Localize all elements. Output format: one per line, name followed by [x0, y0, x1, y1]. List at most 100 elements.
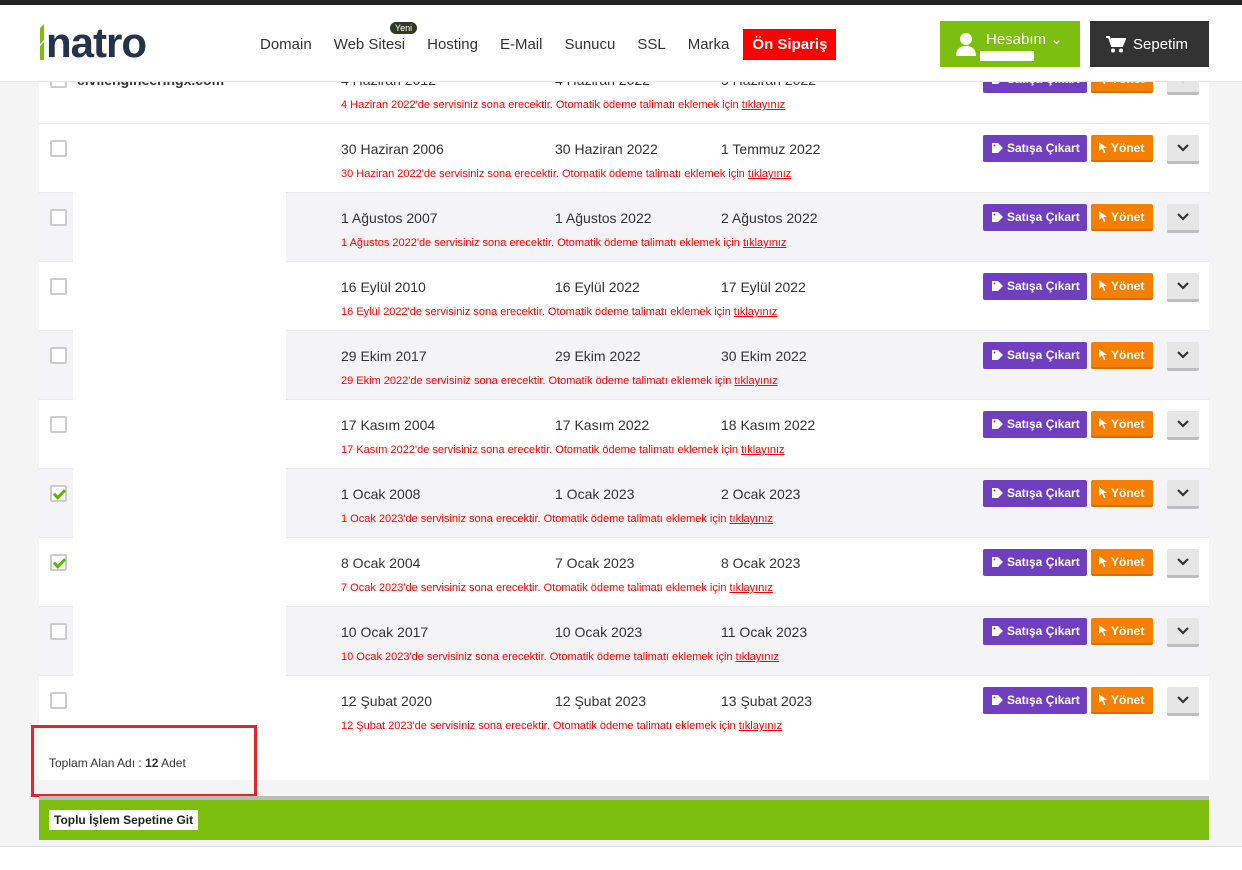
renewal-date: 11 Ocak 2023	[721, 624, 808, 640]
auto-pay-link[interactable]: tıklayınız	[734, 375, 777, 387]
expiry-notice: 1 Ocak 2023'de servisiniz sona erecektir…	[341, 513, 773, 525]
redacted-domain-name	[73, 262, 286, 331]
renewal-date: 13 Şubat 2023	[721, 693, 813, 709]
account-button[interactable]: Hesabım ⌄	[940, 21, 1080, 67]
cart-button[interactable]: Sepetim	[1090, 21, 1209, 67]
expiry-notice: 10 Ocak 2023'de servisiniz sona erecekti…	[341, 651, 780, 663]
bulk-cart-button[interactable]: Toplu İşlem Sepetine Git	[49, 810, 199, 830]
expand-button[interactable]	[1167, 342, 1199, 371]
auto-pay-link[interactable]: tıklayınız	[748, 168, 791, 180]
chevron-down-icon	[1177, 213, 1189, 221]
redacted-domain-name	[73, 607, 286, 676]
sell-button[interactable]: Satışa Çıkart	[983, 273, 1087, 300]
registration-date: 1 Ocak 2008	[341, 486, 421, 502]
registration-date: 10 Ocak 2017	[341, 624, 429, 640]
expiry-notice: 7 Ocak 2023'de servisiniz sona erecektir…	[341, 582, 773, 594]
auto-pay-link[interactable]: tıklayınız	[743, 237, 786, 249]
tag-icon	[992, 274, 1005, 291]
manage-button[interactable]: Yönet	[1091, 687, 1153, 714]
expiry-date: 29 Ekim 2022	[555, 348, 641, 364]
expand-button[interactable]	[1167, 687, 1199, 716]
expand-button[interactable]	[1167, 273, 1199, 302]
nav-item[interactable]: E-Mail	[500, 36, 543, 53]
expand-button[interactable]	[1167, 135, 1199, 164]
registration-date: 8 Ocak 2004	[341, 555, 421, 571]
nav-item[interactable]: Domain	[260, 36, 312, 53]
renewal-date: 2 Ocak 2023	[721, 486, 801, 502]
sell-button[interactable]: Satışa Çıkart	[983, 135, 1087, 162]
tag-icon	[992, 481, 1005, 498]
expiry-date: 16 Eylül 2022	[555, 279, 640, 295]
manage-button[interactable]: Yönet	[1091, 342, 1153, 369]
manage-button[interactable]: Yönet	[1091, 549, 1153, 576]
cart-label: Sepetim	[1133, 36, 1189, 53]
sell-button[interactable]: Satışa Çıkart	[983, 687, 1087, 714]
redacted-domain-name	[73, 469, 286, 538]
expand-button[interactable]	[1167, 411, 1199, 440]
table-row: 16 Eylül 2010 16 Eylül 2022 17 Eylül 2022 1…	[39, 262, 1209, 331]
manage-button[interactable]: Yönet	[1091, 273, 1153, 300]
auto-pay-link[interactable]: tıklayınız	[730, 582, 773, 594]
auto-pay-link[interactable]: tıklayınız	[730, 513, 773, 525]
auto-pay-link[interactable]: tıklayınız	[736, 651, 779, 663]
tag-icon	[992, 412, 1005, 429]
table-row: 17 Kasım 2004 17 Kasım 2022 18 Kasım 2022 1…	[39, 400, 1209, 469]
row-checkbox[interactable]	[50, 140, 67, 157]
tag-icon	[992, 688, 1005, 705]
nav-item[interactable]: Hosting	[427, 36, 478, 53]
row-checkbox[interactable]	[50, 623, 67, 640]
natro-logo[interactable]: natro	[38, 19, 210, 66]
auto-pay-link[interactable]: tıklayınız	[739, 720, 782, 732]
expiry-notice: 17 Kasım 2022'de servisiniz sona erecekt…	[341, 444, 785, 456]
sell-button[interactable]: Satışa Çıkart	[983, 342, 1087, 369]
expand-button[interactable]	[1167, 549, 1199, 578]
preorder-button[interactable]: Ön Sipariş	[743, 28, 837, 60]
manage-button[interactable]: Yönet	[1091, 480, 1153, 507]
cursor-icon	[1099, 619, 1108, 636]
manage-button[interactable]: Yönet	[1091, 135, 1153, 162]
nav-item[interactable]: Sunucu	[564, 36, 615, 53]
sell-button[interactable]: Satışa Çıkart	[983, 411, 1087, 438]
row-checkbox[interactable]	[50, 692, 67, 709]
auto-pay-link[interactable]: tıklayınız	[741, 444, 784, 456]
sell-button[interactable]: Satışa Çıkart	[983, 204, 1087, 231]
tag-icon	[992, 343, 1005, 360]
row-checkbox[interactable]	[50, 485, 67, 502]
chevron-down-icon	[1177, 144, 1189, 152]
manage-button[interactable]: Yönet	[1091, 618, 1153, 645]
auto-pay-link[interactable]: tıklayınız	[742, 99, 785, 111]
domain-table: civilengineeringx.com 4 Haziran 2012 4 H…	[39, 55, 1209, 745]
row-checkbox[interactable]	[50, 278, 67, 295]
row-checkbox[interactable]	[50, 554, 67, 571]
manage-button[interactable]: Yönet	[1091, 411, 1153, 438]
renewal-date: 8 Ocak 2023	[721, 555, 801, 571]
row-checkbox[interactable]	[50, 209, 67, 226]
expiry-date: 1 Ocak 2023	[555, 486, 635, 502]
expiry-notice: 16 Eylül 2022'de servisiniz sona erecekt…	[341, 306, 778, 318]
sell-button[interactable]: Satışa Çıkart	[983, 480, 1087, 507]
expiry-notice: 29 Ekim 2022'de servisiniz sona erecekti…	[341, 375, 778, 387]
user-icon	[956, 33, 976, 56]
table-row: 8 Ocak 2004 7 Ocak 2023 8 Ocak 2023 7 Ocak …	[39, 538, 1209, 607]
table-row: 10 Ocak 2017 10 Ocak 2023 11 Ocak 2023 10 O…	[39, 607, 1209, 676]
row-checkbox[interactable]	[50, 416, 67, 433]
table-row: 30 Haziran 2006 30 Haziran 2022 1 Temmuz 2…	[39, 124, 1209, 193]
chevron-down-icon	[1177, 420, 1189, 428]
cursor-icon	[1099, 550, 1108, 567]
auto-pay-link[interactable]: tıklayınız	[734, 306, 777, 318]
expiry-notice: 30 Haziran 2022'de servisiniz sona erece…	[341, 168, 792, 180]
nav-item[interactable]: SSL	[637, 36, 665, 53]
chevron-down-icon	[1177, 489, 1189, 497]
renewal-date: 30 Ekim 2022	[721, 348, 807, 364]
row-checkbox[interactable]	[50, 347, 67, 364]
expand-button[interactable]	[1167, 618, 1199, 647]
sell-button[interactable]: Satışa Çıkart	[983, 618, 1087, 645]
sell-button[interactable]: Satışa Çıkart	[983, 549, 1087, 576]
nav-item[interactable]: Web Sitesi Yeni	[334, 21, 418, 53]
tag-icon	[992, 619, 1005, 636]
expand-button[interactable]	[1167, 204, 1199, 233]
cursor-icon	[1099, 136, 1108, 153]
expand-button[interactable]	[1167, 480, 1199, 509]
nav-item[interactable]: Marka	[688, 36, 730, 53]
manage-button[interactable]: Yönet	[1091, 204, 1153, 231]
